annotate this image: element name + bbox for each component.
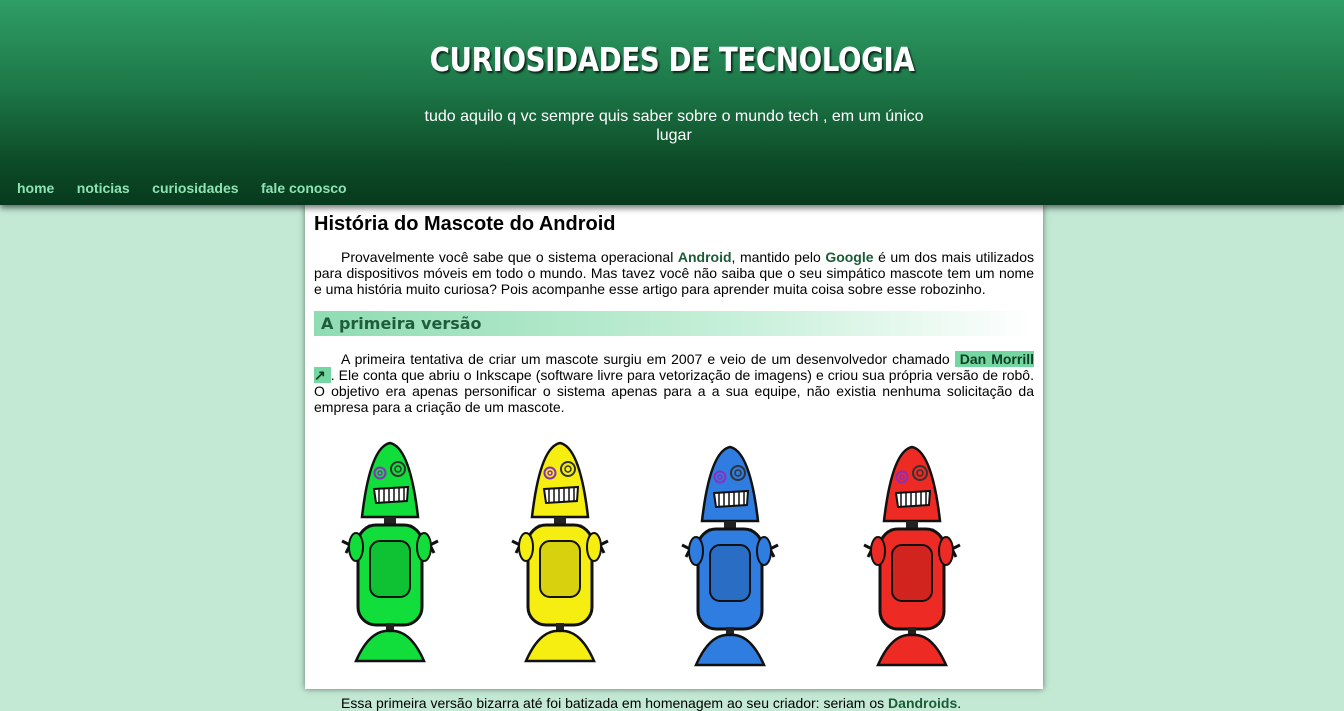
- intro-text-2: , mantido pelo: [731, 249, 826, 265]
- site-header: CURIOSIDADES DE TECNOLOGIA tudo aquilo q…: [0, 0, 1344, 205]
- article-container: História do Mascote do Android Provavelm…: [305, 205, 1043, 711]
- dandroids-text-2: .: [957, 695, 962, 711]
- nav-item-fale-conosco[interactable]: fale conosco: [261, 180, 347, 196]
- google-highlight: Google: [825, 249, 874, 265]
- site-title: CURIOSIDADES DE TECNOLOGIA: [429, 40, 915, 79]
- main-nav: home noticias curiosidades fale conosco: [17, 180, 365, 198]
- article-title: História do Mascote do Android: [314, 213, 616, 235]
- red-robot: [862, 445, 962, 667]
- dandroids-paragraph: Essa primeira versão bizarra até foi bat…: [314, 695, 1034, 711]
- dandroids-text-1: Essa primeira versão bizarra até foi bat…: [341, 695, 889, 711]
- site-subtitle: tudo aquilo q vc sempre quis saber sobre…: [424, 108, 924, 144]
- first-version-paragraph: A primeira tentativa de criar um mascote…: [314, 351, 1035, 415]
- nav-item-noticias[interactable]: noticias: [77, 180, 130, 196]
- dandroids-highlight: Dandroids: [888, 695, 958, 711]
- blue-robot: [680, 445, 780, 667]
- intro-text-1: Provavelmente você sabe que o sistema op…: [341, 249, 678, 265]
- first-version-text-2: . Ele conta que abriu o Inkscape (softwa…: [314, 367, 1034, 415]
- section-heading: A primeira versão: [314, 311, 1034, 336]
- nav-item-home[interactable]: home: [17, 180, 54, 196]
- nav-item-curiosidades[interactable]: curiosidades: [152, 180, 238, 196]
- first-version-text-1: A primeira tentativa de criar um mascote…: [341, 351, 955, 367]
- android-highlight: Android: [677, 249, 732, 265]
- green-robot: [340, 441, 440, 663]
- dandroids-mascots-image: [340, 441, 962, 667]
- intro-paragraph: Provavelmente você sabe que o sistema op…: [314, 249, 1034, 297]
- yellow-robot: [510, 441, 610, 663]
